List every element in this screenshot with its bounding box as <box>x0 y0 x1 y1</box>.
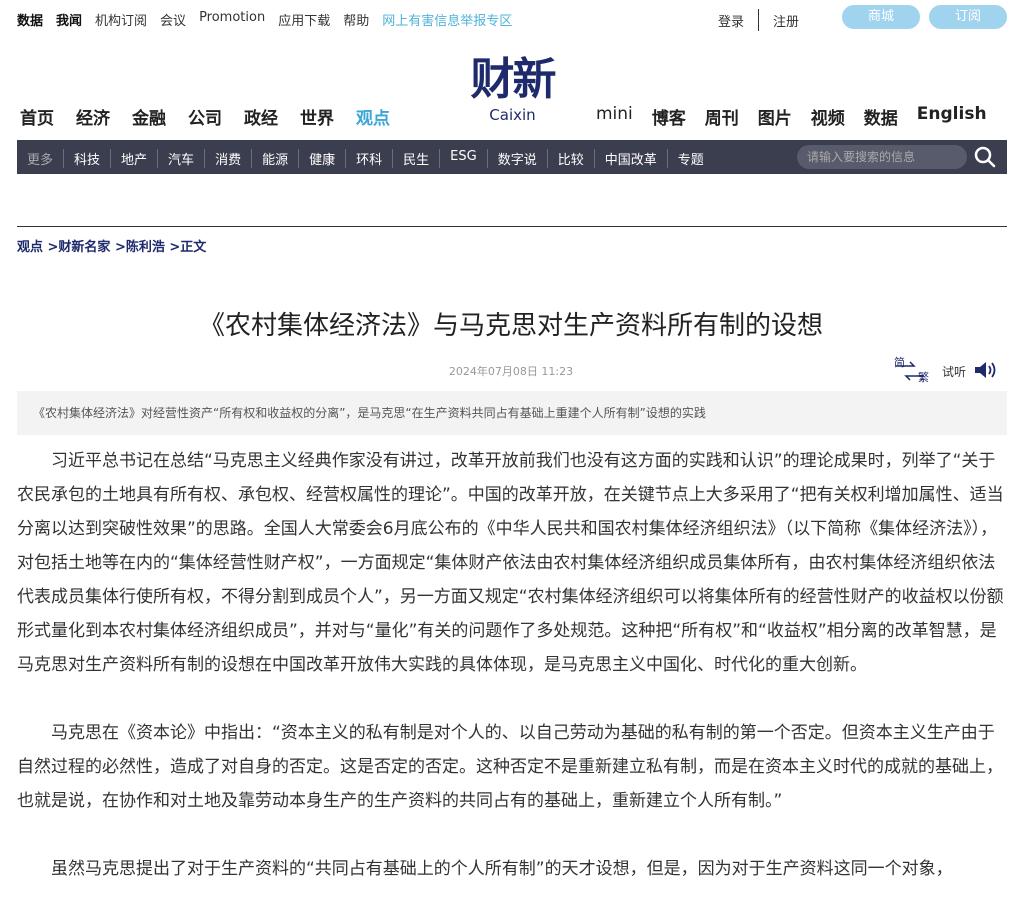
traditional-label: 繁 <box>918 371 929 384</box>
nav-photos[interactable]: 图片 <box>758 104 792 129</box>
search-icon[interactable] <box>973 145 997 169</box>
logo-cn: 财新 <box>470 54 557 105</box>
nav-mini[interactable]: mini <box>596 104 633 129</box>
sub-nav: 更多 科技 地产 汽车 消费 能源 健康 环科 民生 ESG 数字说 比较 中国… <box>17 140 1007 174</box>
subnav-property[interactable]: 地产 <box>110 149 157 168</box>
login-link[interactable]: 登录 <box>718 11 744 30</box>
article-paragraph: 马克思在《资本论》中指出：“资本主义的私有制是对个人的、以自己劳动为基础的私有制… <box>17 723 1003 811</box>
top-link-data[interactable]: 数据 <box>17 10 43 29</box>
subnav-special[interactable]: 专题 <box>666 149 714 168</box>
top-link-help[interactable]: 帮助 <box>343 10 369 29</box>
register-link[interactable]: 注册 <box>773 11 799 30</box>
breadcrumb[interactable]: 观点 >财新名家 >陈利浩 >正文 <box>17 236 206 255</box>
top-link-promotion[interactable]: Promotion <box>199 10 265 29</box>
main-nav-left: 首页 经济 金融 公司 政经 世界 观点 <box>20 104 390 129</box>
top-link-report[interactable]: 网上有害信息举报专区 <box>382 10 512 29</box>
nav-opinion[interactable]: 观点 <box>356 104 390 129</box>
nav-video[interactable]: 视频 <box>811 104 845 129</box>
subnav-energy[interactable]: 能源 <box>251 149 298 168</box>
simplified-label: 简 <box>894 356 905 369</box>
nav-blog[interactable]: 博客 <box>652 104 686 129</box>
subnav-livelihood[interactable]: 民生 <box>392 149 439 168</box>
top-link-wowen[interactable]: 我闻 <box>56 10 82 29</box>
subnav-tech[interactable]: 科技 <box>63 149 110 168</box>
subnav-more[interactable]: 更多 <box>27 149 63 168</box>
speaker-icon[interactable] <box>972 359 998 384</box>
nav-data[interactable]: 数据 <box>864 104 898 129</box>
search-input[interactable]: 请输入要搜索的信息 <box>797 145 967 169</box>
subnav-consumer[interactable]: 消费 <box>204 149 251 168</box>
nav-finance[interactable]: 金融 <box>132 104 166 129</box>
article-body: 习近平总书记在总结“马克思主义经典作家没有讲过，改革开放前我们也没有这方面的实践… <box>17 444 1007 920</box>
article-paragraph: 习近平总书记在总结“马克思主义经典作家没有讲过，改革开放前我们也没有这方面的实践… <box>17 451 1004 675</box>
nav-home[interactable]: 首页 <box>20 104 54 129</box>
article-tools: 简 繁 试听 <box>892 356 998 385</box>
article-paragraph: 虽然马克思提出了对于生产资料的“共同占有基础上的个人所有制”的天才设想，但是，因… <box>51 859 953 879</box>
subnav-esg[interactable]: ESG <box>439 149 487 168</box>
logo-en: Caixin <box>489 106 536 124</box>
account-links: 登录 注册 <box>718 9 799 31</box>
shop-button[interactable]: 商城 <box>842 5 920 29</box>
divider <box>758 9 760 31</box>
divider <box>17 226 1007 227</box>
caixin-logo[interactable]: 财新 Caixin <box>455 54 570 130</box>
nav-weekly[interactable]: 周刊 <box>705 104 739 129</box>
top-links: 数据 我闻 机构订阅 会议 Promotion 应用下载 帮助 网上有害信息举报… <box>17 10 512 29</box>
nav-companies[interactable]: 公司 <box>188 104 222 129</box>
nav-politics[interactable]: 政经 <box>244 104 278 129</box>
subnav-health[interactable]: 健康 <box>298 149 345 168</box>
subnav-datastory[interactable]: 数字说 <box>486 149 547 168</box>
listen-label[interactable]: 试听 <box>942 363 966 380</box>
article-date: 2024年07月08日 11:23 <box>448 365 574 378</box>
trad-simplified-toggle[interactable]: 简 繁 <box>892 356 929 385</box>
subnav-china-reform[interactable]: 中国改革 <box>593 149 667 168</box>
top-bar: 数据 我闻 机构订阅 会议 Promotion 应用下载 帮助 网上有害信息举报… <box>0 0 1022 36</box>
main-nav-right: mini 博客 周刊 图片 视频 数据 English <box>596 104 987 129</box>
top-link-conference[interactable]: 会议 <box>160 10 186 29</box>
subscribe-button[interactable]: 订阅 <box>929 5 1007 29</box>
nav-economy[interactable]: 经济 <box>76 104 110 129</box>
article-summary: 《农村集体经济法》对经营性资产“所有权和收益权的分离”，是马克思“在生产资料共同… <box>17 391 1007 435</box>
subnav-auto[interactable]: 汽车 <box>157 149 204 168</box>
top-link-app-download[interactable]: 应用下载 <box>278 10 330 29</box>
nav-world[interactable]: 世界 <box>300 104 334 129</box>
subnav-compare[interactable]: 比较 <box>546 149 594 168</box>
nav-english[interactable]: English <box>917 104 987 129</box>
top-link-institution[interactable]: 机构订阅 <box>95 10 147 29</box>
article-title: 《农村集体经济法》与马克思对生产资料所有制的设想 <box>198 311 823 341</box>
sub-nav-items: 更多 科技 地产 汽车 消费 能源 健康 环科 民生 ESG 数字说 比较 中国… <box>27 149 714 168</box>
subnav-environment[interactable]: 环科 <box>345 149 392 168</box>
